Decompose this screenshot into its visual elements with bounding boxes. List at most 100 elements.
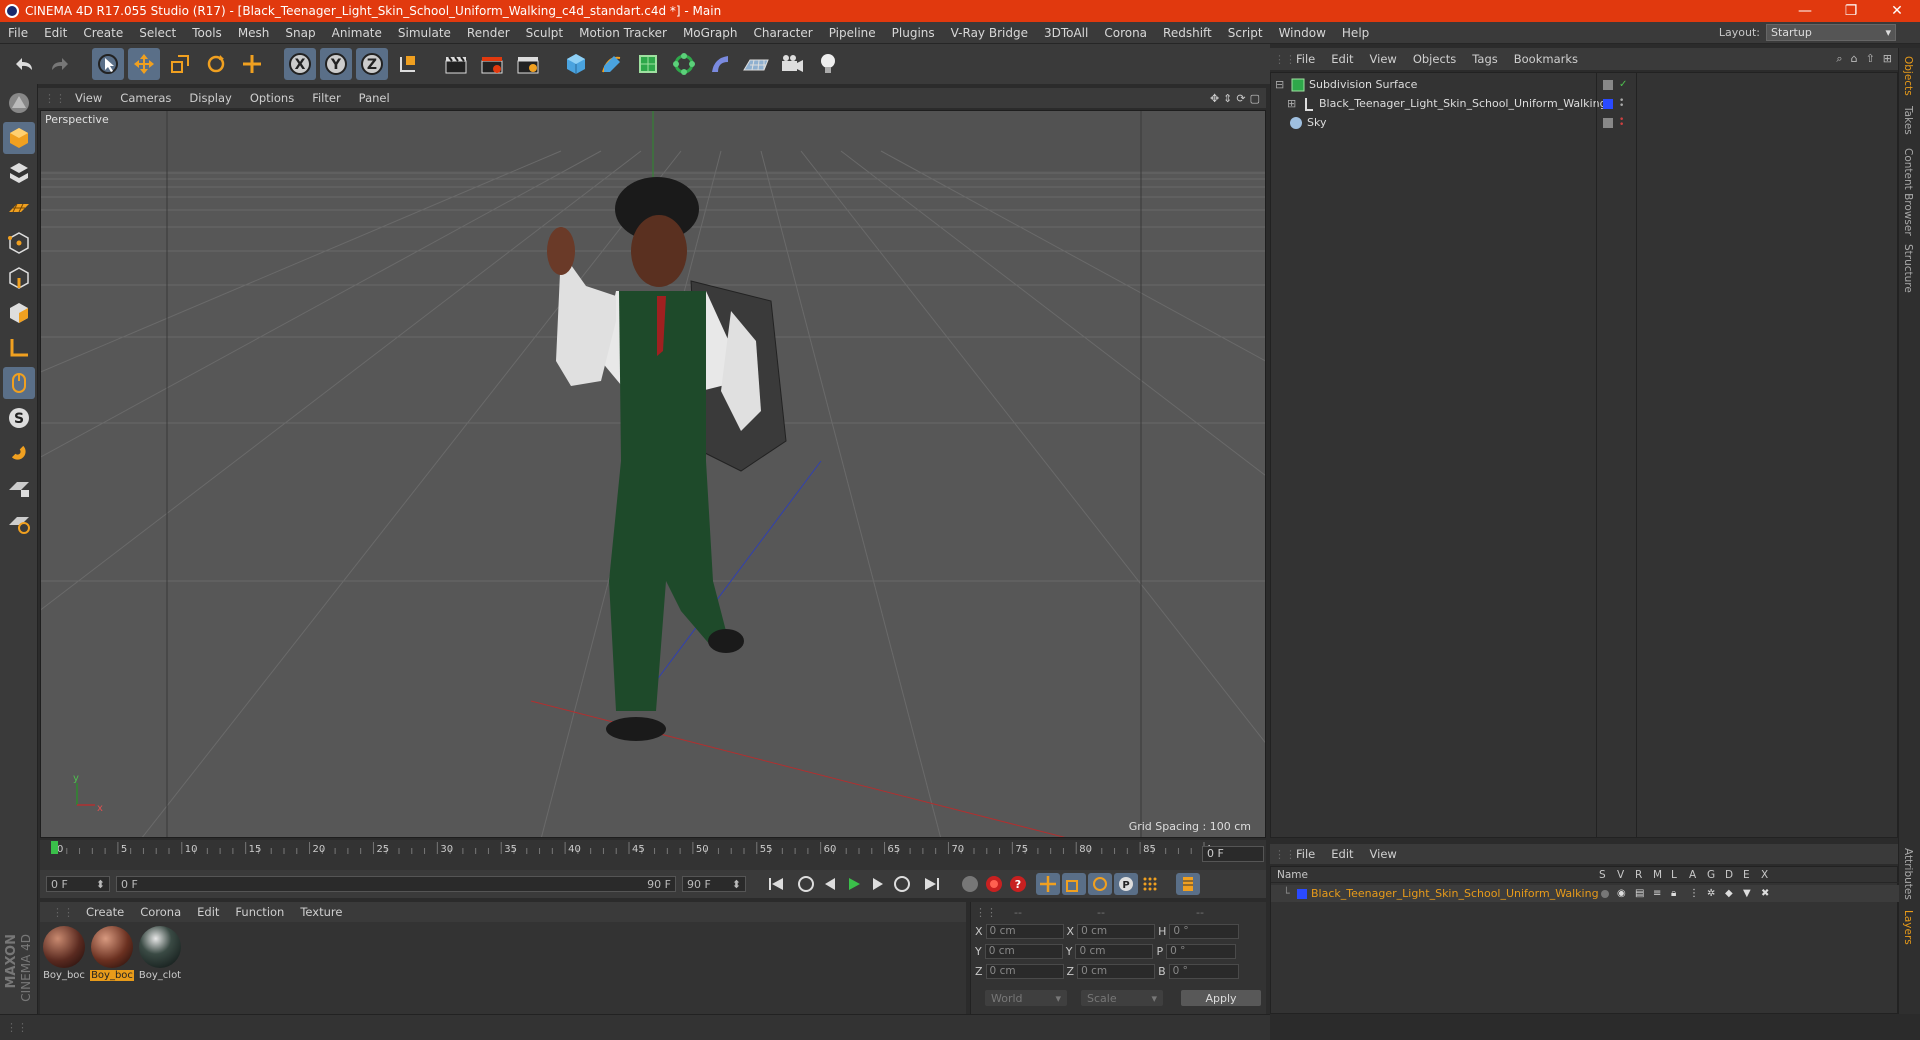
position-z-field[interactable]: 0 cm xyxy=(985,964,1064,979)
timeline-ruler[interactable]: 051015202530354045505560657075808590 0 F xyxy=(40,840,1266,870)
points-mode-button[interactable] xyxy=(3,227,35,259)
object-menu-tags[interactable]: Tags xyxy=(1464,52,1505,66)
menu-window[interactable]: Window xyxy=(1271,26,1334,40)
size-y-field[interactable]: 0 cm xyxy=(1075,944,1154,959)
menu-render[interactable]: Render xyxy=(459,26,518,40)
render-view-button[interactable] xyxy=(440,48,472,80)
menu-redshift[interactable]: Redshift xyxy=(1155,26,1220,40)
viewport-move-icon[interactable]: ✥ xyxy=(1210,92,1219,105)
deformer-button[interactable] xyxy=(704,48,736,80)
menu-motion-tracker[interactable]: Motion Tracker xyxy=(571,26,675,40)
viewport-rotate-icon[interactable]: ⟳ xyxy=(1236,92,1245,105)
key-pla-button[interactable] xyxy=(1138,873,1162,895)
menu-mesh[interactable]: Mesh xyxy=(230,26,278,40)
material-menu-function[interactable]: Function xyxy=(227,905,292,919)
frame-range-slider[interactable]: 0 F 90 F xyxy=(116,876,676,892)
key-parameter-button[interactable]: P xyxy=(1114,873,1138,895)
rotation-h-field[interactable]: 0 ° xyxy=(1169,924,1240,939)
viewport-toggle-layout-icon[interactable]: ▢ xyxy=(1250,92,1260,105)
key-rotation-button[interactable] xyxy=(1088,873,1112,895)
menu-help[interactable]: Help xyxy=(1334,26,1377,40)
record-active-objects-button[interactable] xyxy=(982,873,1006,895)
new-view-icon[interactable]: ⊞ xyxy=(1883,52,1892,66)
material-swatch-selected[interactable]: Boy_boc xyxy=(90,926,134,981)
position-x-field[interactable]: 0 cm xyxy=(985,924,1064,939)
undo-button[interactable] xyxy=(8,48,40,80)
menu-script[interactable]: Script xyxy=(1220,26,1271,40)
cube-primitive-button[interactable] xyxy=(560,48,592,80)
rotation-b-field[interactable]: 0 ° xyxy=(1168,964,1239,979)
next-frame-button[interactable] xyxy=(866,873,890,895)
manager-toggle-icon[interactable]: ≡ xyxy=(1653,888,1661,899)
transform-tool-button[interactable] xyxy=(236,48,268,80)
material-menu-corona[interactable]: Corona xyxy=(132,905,189,919)
lock-y-axis-button[interactable]: Y xyxy=(320,48,352,80)
axis-mode-button[interactable] xyxy=(3,332,35,364)
size-z-field[interactable]: 0 cm xyxy=(1077,964,1156,979)
menu-simulate[interactable]: Simulate xyxy=(390,26,459,40)
current-frame-field[interactable]: 0 F xyxy=(1202,846,1264,862)
start-frame-field[interactable]: 0 F ⬍ xyxy=(46,876,110,892)
viewport-menu-panel[interactable]: Panel xyxy=(350,91,399,105)
collapse-icon[interactable]: ⊟ xyxy=(1275,78,1287,91)
expression-toggle-icon[interactable]: ▼ xyxy=(1743,888,1751,899)
search-icon[interactable]: ⌕ xyxy=(1836,52,1842,66)
timeline-window-button[interactable] xyxy=(1176,873,1200,895)
restore-button[interactable]: ❐ xyxy=(1828,3,1874,19)
menu-sculpt[interactable]: Sculpt xyxy=(518,26,571,40)
close-button[interactable]: ✕ xyxy=(1874,3,1920,19)
tab-attributes[interactable]: Attributes xyxy=(1902,848,1914,900)
menu-file[interactable]: File xyxy=(0,26,36,40)
spline-pen-button[interactable] xyxy=(596,48,628,80)
visibility-dots-icon[interactable]: • • xyxy=(1619,96,1624,110)
object-menu-edit[interactable]: Edit xyxy=(1323,52,1361,66)
redo-button[interactable] xyxy=(44,48,76,80)
edges-mode-button[interactable] xyxy=(3,262,35,294)
layer-menu-edit[interactable]: Edit xyxy=(1323,847,1361,861)
material-swatch[interactable]: Boy_boc xyxy=(42,926,86,981)
menu-mograph[interactable]: MoGraph xyxy=(675,26,746,40)
viewport-menu-view[interactable]: View xyxy=(66,91,111,105)
viewport-menu-filter[interactable]: Filter xyxy=(303,91,349,105)
object-menu-view[interactable]: View xyxy=(1362,52,1405,66)
enabled-check-icon[interactable]: ✓ xyxy=(1619,79,1627,90)
previous-frame-button[interactable] xyxy=(818,873,842,895)
layer-row[interactable]: └ Black_Teenager_Light_Skin_School_Unifo… xyxy=(1271,885,1899,902)
live-selection-button[interactable] xyxy=(92,48,124,80)
object-menu-bookmarks[interactable]: Bookmarks xyxy=(1506,52,1586,66)
key-scale-button[interactable] xyxy=(1062,873,1086,895)
viewport-menu-display[interactable]: Display xyxy=(180,91,240,105)
perspective-viewport[interactable]: y x Perspective Grid Spacing : 100 cm xyxy=(40,110,1266,838)
tab-takes[interactable]: Takes xyxy=(1902,106,1914,135)
menu-character[interactable]: Character xyxy=(745,26,820,40)
apply-button[interactable]: Apply xyxy=(1181,990,1261,1006)
coordinate-system-button[interactable] xyxy=(392,48,424,80)
menu-animate[interactable]: Animate xyxy=(324,26,390,40)
key-position-button[interactable] xyxy=(1036,873,1060,895)
viewport-menu-cameras[interactable]: Cameras xyxy=(111,91,180,105)
scale-tool-button[interactable] xyxy=(164,48,196,80)
end-frame-field[interactable]: 90 F ⬍ xyxy=(682,876,746,892)
locked-workplane-button[interactable] xyxy=(3,472,35,504)
floor-button[interactable] xyxy=(740,48,772,80)
visibility-dots-icon[interactable]: • • xyxy=(1619,115,1624,129)
coordinate-space-dropdown[interactable]: World ▾ xyxy=(985,990,1067,1006)
menu-snap[interactable]: Snap xyxy=(277,26,323,40)
polygons-mode-button[interactable] xyxy=(3,297,35,329)
cloner-button[interactable] xyxy=(668,48,700,80)
render-toggle-icon[interactable]: ▤ xyxy=(1635,888,1644,899)
menu-3dtoall[interactable]: 3DToAll xyxy=(1036,26,1096,40)
home-icon[interactable]: ⌂ xyxy=(1851,52,1858,66)
model-mode-button[interactable] xyxy=(2,122,35,154)
object-menu-objects[interactable]: Objects xyxy=(1405,52,1464,66)
tab-structure[interactable]: Structure xyxy=(1902,244,1914,293)
minimize-button[interactable]: — xyxy=(1782,3,1828,19)
light-button[interactable] xyxy=(812,48,844,80)
solo-toggle-icon[interactable] xyxy=(1601,889,1609,898)
menu-vray-bridge[interactable]: V-Ray Bridge xyxy=(943,26,1036,40)
layout-dropdown[interactable]: Startup ▾ xyxy=(1766,24,1896,41)
size-x-field[interactable]: 0 cm xyxy=(1077,924,1156,939)
generator-toggle-icon[interactable]: ✲ xyxy=(1707,888,1715,899)
object-row-character[interactable]: ⊞ Black_Teenager_Light_Skin_School_Unifo… xyxy=(1271,94,1899,113)
lock-x-axis-button[interactable]: X xyxy=(284,48,316,80)
